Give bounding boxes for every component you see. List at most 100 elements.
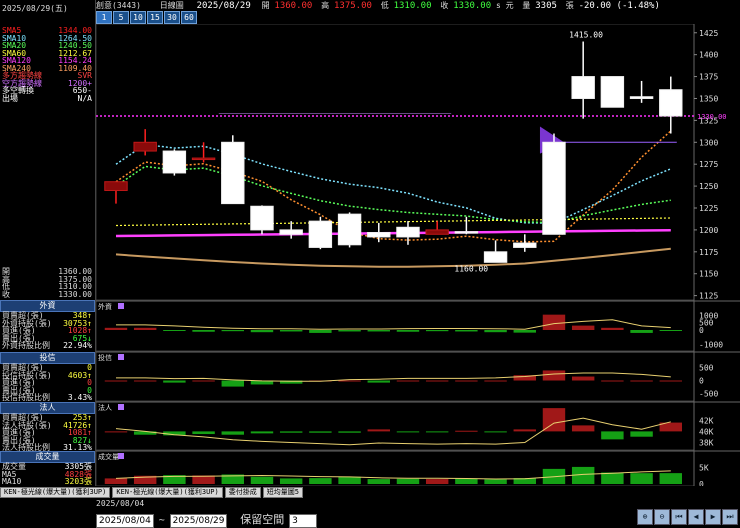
candle-body[interactable] — [454, 231, 479, 234]
stock-symbol: 創意(3443) — [96, 1, 141, 10]
candle-body[interactable] — [542, 141, 566, 235]
candle-body[interactable] — [250, 205, 274, 231]
candle-body[interactable] — [396, 226, 420, 238]
interval-button-60[interactable]: 60 — [181, 11, 197, 24]
section-row: MA10 3203張 — [0, 478, 95, 486]
candle-body[interactable] — [659, 89, 683, 117]
panel-tick: -1000 — [699, 341, 723, 350]
interval-button-15[interactable]: 15 — [147, 11, 163, 24]
candle-body[interactable] — [425, 229, 449, 235]
inst-bar — [338, 431, 361, 433]
inst-bar — [601, 431, 624, 440]
nav-buttons: ⊕ ⊖ ⏮ ◀ ▶ ⏭ — [636, 509, 738, 525]
inst-bar — [455, 430, 478, 432]
panel-tick: 38K — [699, 438, 714, 447]
volume-bar — [250, 476, 274, 484]
panel-tick: 0 — [699, 377, 704, 386]
candle-body[interactable] — [162, 150, 187, 174]
space-input[interactable]: 3 — [289, 514, 318, 528]
foreign-bar — [163, 330, 186, 331]
date-range: 2025/08/04 ~ 2025/08/29 保留空間 3 — [96, 511, 318, 528]
ohlc-row: 收 1330.00 — [2, 290, 94, 299]
foreign-bar — [104, 327, 128, 330]
section-row-label: 投信持股比例 — [2, 393, 50, 402]
indicator-tab[interactable]: 短均量圖5 — [262, 487, 303, 498]
foreign-bar — [484, 330, 507, 333]
indicator-tab[interactable]: KEN-極光線(爆大量)(獲利3UP) — [112, 487, 223, 498]
current-date: 2025/08/04 — [96, 499, 145, 508]
chart-background — [96, 24, 740, 486]
panel-tick: 5K — [699, 464, 709, 473]
volume-bar — [484, 479, 507, 484]
candle-body[interactable] — [191, 157, 216, 161]
indicator-tab[interactable]: 委付掛成 — [224, 487, 261, 498]
zoom-in-icon[interactable]: ⊕ — [637, 509, 653, 525]
to-date-input[interactable]: 2025/08/29 — [169, 514, 228, 528]
section-1: 投信 買賣超(張) 0 投信持股(張) 4603↑ 買進(張) 0 賣出(張) 0 投信持股比例 3… — [0, 352, 95, 402]
section-row-value: 22.94% — [63, 341, 92, 350]
interval-button-30[interactable]: 30 — [164, 11, 180, 24]
candle-body[interactable] — [308, 220, 333, 248]
indicator-tab[interactable]: KEN-極光線(爆大量)(獲利3UP) — [0, 487, 111, 498]
candle-body[interactable] — [279, 229, 303, 235]
trust-bar — [601, 380, 624, 382]
section-row-value: 3203張 — [64, 477, 92, 486]
price-tick: 1200 — [699, 226, 718, 235]
candle-body[interactable] — [367, 232, 391, 238]
foreign-bar — [425, 330, 449, 332]
foreign-bar — [455, 330, 478, 332]
foreign-bar — [309, 330, 332, 333]
candle-body[interactable] — [221, 141, 245, 205]
first-icon[interactable]: ⏮ — [671, 509, 687, 525]
chart-area[interactable]: 1425140013751350132513001275125012251200… — [96, 24, 740, 486]
from-date-input[interactable]: 2025/08/04 — [96, 514, 154, 528]
candle-body[interactable] — [571, 76, 595, 99]
low-label: 低 — [380, 1, 389, 10]
inst-bar — [571, 425, 595, 432]
inst-bar — [279, 431, 303, 433]
price-tick: 1275 — [699, 160, 718, 169]
next-icon[interactable]: ▶ — [705, 509, 721, 525]
foreign-bar — [630, 330, 653, 333]
foreign-bar — [279, 330, 303, 332]
candle-body[interactable] — [483, 251, 508, 263]
price-tick: 1375 — [699, 73, 718, 82]
candle-body[interactable] — [337, 213, 362, 246]
interval-button-5[interactable]: 5 — [113, 11, 129, 24]
price-tick: 1425 — [699, 29, 718, 38]
candle-body[interactable] — [600, 76, 625, 108]
foreign-panel-label: 外資 — [98, 302, 112, 311]
inst-bar — [630, 431, 653, 437]
inst-bar — [425, 431, 449, 433]
interval-button-1[interactable]: 1 — [96, 11, 112, 24]
last-icon[interactable]: ⏭ — [722, 509, 738, 525]
trust-bar — [163, 380, 186, 383]
sma-label: 出場 — [2, 93, 18, 103]
zoom-out-icon[interactable]: ⊖ — [654, 509, 670, 525]
candle-body[interactable] — [513, 242, 537, 248]
candle-body[interactable] — [104, 181, 128, 191]
low-value: 1310.00 — [393, 1, 432, 11]
volume-bar — [425, 479, 449, 484]
price-tick: 1175 — [699, 248, 718, 257]
change-label: 張 — [565, 1, 574, 10]
sma-row: 出場 N/A — [2, 93, 94, 103]
inst-bar — [513, 429, 536, 432]
trust-bar — [338, 380, 361, 382]
candle-body[interactable] — [133, 141, 157, 152]
prev-icon[interactable]: ◀ — [688, 509, 704, 525]
inst-panel-label: 法人 — [98, 403, 112, 412]
panel-tick: 40K — [699, 427, 714, 436]
interval-button-10[interactable]: 10 — [130, 11, 146, 24]
volume-bar — [309, 478, 332, 484]
trust-bar — [425, 380, 449, 382]
header-date: 2025/08/29 — [196, 1, 251, 11]
open-value: 1360.00 — [274, 1, 313, 11]
candle-body[interactable] — [629, 96, 654, 99]
volume-label: 量 — [522, 1, 531, 10]
section-row-label: 外資持股比例 — [2, 341, 50, 350]
price-tick: 1225 — [699, 204, 718, 213]
price-tick: 1250 — [699, 182, 718, 191]
foreign-bar — [250, 330, 274, 333]
price-tick: 1350 — [699, 94, 718, 103]
